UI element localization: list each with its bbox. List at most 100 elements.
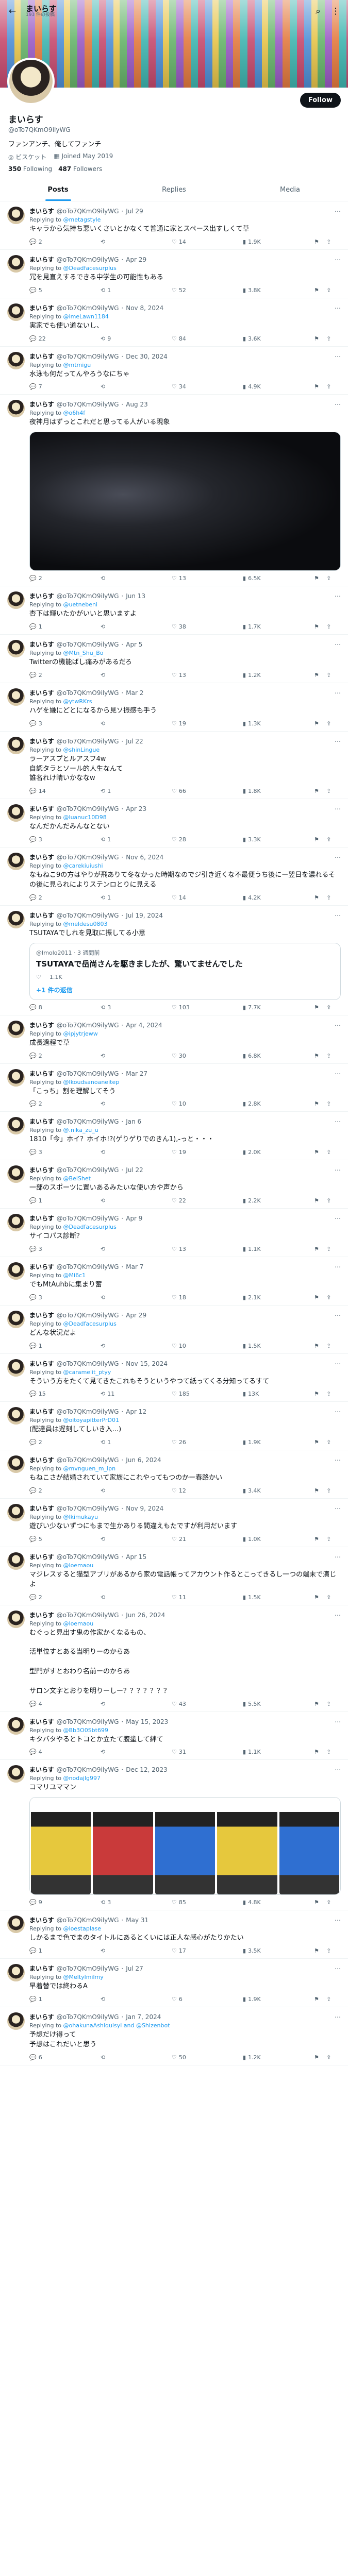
replying-to-handle[interactable]: @ytwRKrs xyxy=(63,698,92,705)
bookmark-icon[interactable]: ⚑ xyxy=(314,1899,326,1906)
retweet-button[interactable]: ⟲ xyxy=(101,239,172,245)
photo-1[interactable] xyxy=(31,1798,91,1895)
tweet-avatar[interactable] xyxy=(7,2012,25,2030)
more-icon[interactable]: ⋯ xyxy=(335,592,341,600)
photo-5[interactable] xyxy=(279,1798,340,1895)
like-button[interactable]: ♡ 43 xyxy=(172,1701,243,1707)
reply-button[interactable]: 💬 2 xyxy=(29,672,101,679)
reply-button[interactable]: 💬 1 xyxy=(29,1996,101,2003)
like-button[interactable]: ♡ 13 xyxy=(172,575,243,582)
bookmark-icon[interactable]: ⚑ xyxy=(314,1996,326,2003)
tweet-date[interactable]: Jul 22 xyxy=(126,1166,143,1174)
reply-button[interactable]: 💬 2 xyxy=(29,1053,101,1059)
tweet[interactable]: まいらす @oTo7QKmO9ilyWG · Apr 23 ⋯ Replying to @… xyxy=(0,799,348,848)
retweet-button[interactable]: ⟲ xyxy=(101,1197,172,1204)
like-button[interactable]: ♡ 31 xyxy=(172,1749,243,1755)
like-button[interactable]: ♡ 38 xyxy=(172,623,243,630)
retweet-button[interactable]: ⟲ xyxy=(101,2054,172,2061)
tweet[interactable]: まいらす @oTo7QKmO9ilyWG · Jan 7, 2024 ⋯ Replying… xyxy=(0,2007,348,2065)
tweet-author-name[interactable]: まいらす xyxy=(29,804,54,813)
tweet-author-name[interactable]: まいらす xyxy=(29,207,54,215)
tweet-avatar[interactable] xyxy=(7,1310,25,1328)
more-icon[interactable]: ⋯ xyxy=(335,805,341,812)
more-icon[interactable]: ⋯ xyxy=(335,256,341,263)
tweet[interactable]: まいらす @oTo7QKmO9ilyWG · Apr 9 ⋯ Replying to @D… xyxy=(0,1209,348,1257)
reply-button[interactable]: 💬 2 xyxy=(29,1594,101,1601)
tweet-date[interactable]: May 15, 2023 xyxy=(126,1718,168,1725)
views-button[interactable]: ▮ 4.2K xyxy=(243,894,314,901)
tweet-avatar[interactable] xyxy=(7,1455,25,1473)
tweet-author-name[interactable]: まいらす xyxy=(29,688,54,697)
tweet[interactable]: まいらす @oTo7QKmO9ilyWG · Apr 4, 2024 ⋯ Replying… xyxy=(0,1015,348,1064)
tweet-date[interactable]: Dec 12, 2023 xyxy=(126,1766,167,1773)
share-icon[interactable]: ⇪ xyxy=(326,894,339,901)
share-icon[interactable]: ⇪ xyxy=(326,239,339,245)
share-icon[interactable]: ⇪ xyxy=(326,1594,339,1601)
more-icon[interactable]: ⋯ xyxy=(335,304,341,312)
replying-to-handle[interactable]: @.nika_zu_u xyxy=(63,1127,98,1133)
retweet-button[interactable]: ⟲ xyxy=(101,575,172,582)
more-icon[interactable]: ⋯ xyxy=(335,1553,341,1561)
replying-to-handle[interactable]: @loemaou xyxy=(63,1620,94,1627)
like-button[interactable]: ♡ 17 xyxy=(172,1947,243,1954)
share-icon[interactable]: ⇪ xyxy=(326,1343,339,1349)
like-button[interactable]: ♡ 66 xyxy=(172,788,243,794)
bookmark-icon[interactable]: ⚑ xyxy=(314,1294,326,1301)
more-icon[interactable]: ⋯ xyxy=(335,912,341,919)
tweet[interactable]: まいらす @oTo7QKmO9ilyWG · May 31 ⋯ Replying to @… xyxy=(0,1910,348,1959)
tweet[interactable]: まいらす @oTo7QKmO9ilyWG · Apr 12 ⋯ Replying to @… xyxy=(0,1402,348,1451)
retweet-button[interactable]: ⟲ xyxy=(101,1487,172,1494)
replying-to-handle[interactable]: @lkimukayu xyxy=(63,1514,98,1520)
reply-button[interactable]: 💬 2 xyxy=(29,239,101,245)
views-button[interactable]: ▮ 1.9K xyxy=(243,1439,314,1446)
tweet-date[interactable]: Mar 7 xyxy=(126,1263,143,1270)
more-icon[interactable]: ⋮ xyxy=(328,4,343,19)
bookmark-icon[interactable]: ⚑ xyxy=(314,335,326,342)
share-icon[interactable]: ⇪ xyxy=(326,287,339,294)
views-button[interactable]: ▮ 3.3K xyxy=(243,836,314,843)
views-button[interactable]: ▮ 1.1K xyxy=(243,1246,314,1252)
retweet-button[interactable]: ⟲ xyxy=(101,623,172,630)
views-button[interactable]: ▮ 1.0K xyxy=(243,1536,314,1543)
tweet-avatar[interactable] xyxy=(7,1765,25,1783)
tweet[interactable]: まいらす @oTo7QKmO9ilyWG · Dec 30, 2024 ⋯ Replyin… xyxy=(0,347,348,395)
tweet-date[interactable]: Jul 19, 2024 xyxy=(126,912,163,919)
share-icon[interactable]: ⇪ xyxy=(326,1439,339,1446)
tweet-date[interactable]: Apr 4, 2024 xyxy=(126,1022,162,1029)
views-button[interactable]: ▮ 5.5K xyxy=(243,1701,314,1707)
tweet-date[interactable]: Nov 9, 2024 xyxy=(126,1505,163,1512)
views-button[interactable]: ▮ 2.0K xyxy=(243,1149,314,1156)
tweet-date[interactable]: Nov 6, 2024 xyxy=(126,854,163,861)
tab-replies[interactable]: Replies xyxy=(116,179,232,201)
bookmark-icon[interactable]: ⚑ xyxy=(314,1100,326,1107)
tweet-author-name[interactable]: まいらす xyxy=(29,255,54,264)
tweet-avatar[interactable] xyxy=(7,1020,25,1038)
reply-button[interactable]: 💬 2 xyxy=(29,575,101,582)
tweet-author-name[interactable]: まいらす xyxy=(29,1455,54,1464)
following-link[interactable]: 350 Following xyxy=(8,165,52,173)
more-icon[interactable]: ⋯ xyxy=(335,1312,341,1319)
tweet-avatar[interactable] xyxy=(7,1117,25,1135)
tweet-date[interactable]: Apr 29 xyxy=(126,256,146,263)
replying-to-handle[interactable]: @caramelit_ptyy xyxy=(63,1369,111,1376)
tweet[interactable]: まいらす @oTo7QKmO9ilyWG · Nov 9, 2024 ⋯ Replying… xyxy=(0,1499,348,1547)
bookmark-icon[interactable]: ⚑ xyxy=(314,1594,326,1601)
reply-button[interactable]: 💬 1 xyxy=(29,623,101,630)
tweet[interactable]: まいらす @oTo7QKmO9ilyWG · Mar 27 ⋯ Replying to @… xyxy=(0,1064,348,1112)
bookmark-icon[interactable]: ⚑ xyxy=(314,1149,326,1156)
like-button[interactable]: ♡ 11 xyxy=(172,1594,243,1601)
tweet-avatar[interactable] xyxy=(7,207,25,224)
views-button[interactable]: ▮ 6.8K xyxy=(243,1053,314,1059)
tweet-media-image[interactable] xyxy=(29,432,341,571)
share-icon[interactable]: ⇪ xyxy=(326,672,339,679)
arrow-left-icon[interactable]: ← xyxy=(5,4,20,19)
replying-to-handle[interactable]: @ipjytrjeww xyxy=(63,1030,98,1037)
replying-to-handle[interactable]: @luanuc10D98 xyxy=(63,814,107,821)
retweet-button[interactable]: ⟲ 1 xyxy=(101,287,172,294)
retweet-button[interactable]: ⟲ 9 xyxy=(101,335,172,342)
tweet-date[interactable]: Apr 9 xyxy=(126,1215,142,1222)
tweet-avatar[interactable] xyxy=(7,303,25,321)
more-icon[interactable]: ⋯ xyxy=(335,1408,341,1415)
tweet-author-name[interactable]: まいらす xyxy=(29,1765,54,1774)
tweet-avatar[interactable] xyxy=(7,1552,25,1570)
